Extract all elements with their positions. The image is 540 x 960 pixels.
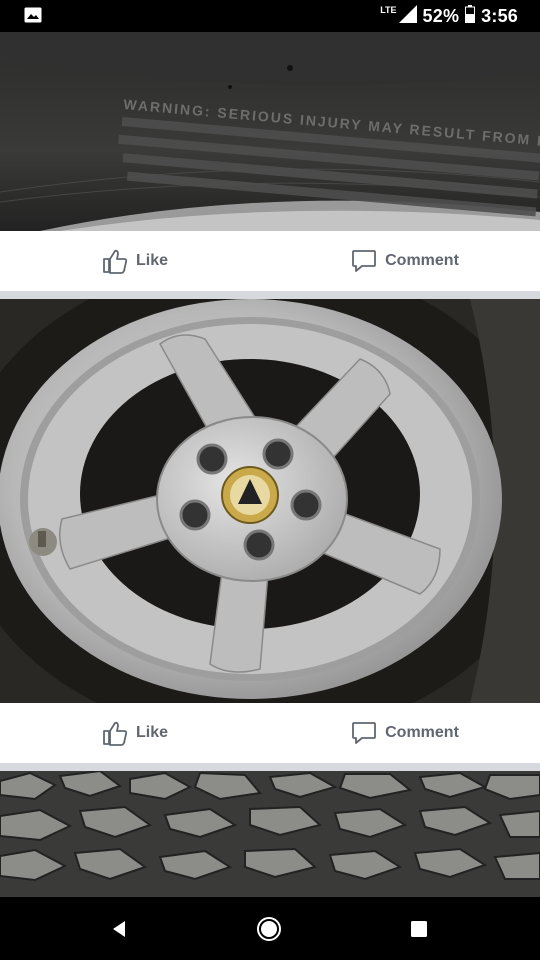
- like-label: Like: [135, 724, 168, 741]
- comment-label: Comment: [385, 724, 459, 741]
- navigation-bar: [0, 897, 540, 960]
- post-separator: [0, 291, 540, 299]
- image-notification-icon: [24, 7, 42, 23]
- thumbs-up-icon: [103, 249, 128, 274]
- comment-button[interactable]: Comment: [270, 703, 540, 763]
- network-type: LTE: [380, 5, 397, 15]
- status-bar: LTE 52% 3:56: [0, 0, 540, 32]
- battery-percent: 52%: [422, 5, 460, 26]
- home-icon[interactable]: [229, 897, 309, 960]
- tire-sidewall-photo[interactable]: WARNING: SERIOUS INJURY MAY RESULT FROM …: [0, 32, 540, 231]
- post-separator: [0, 763, 540, 771]
- signal-icon: [398, 4, 417, 28]
- comment-icon: [352, 722, 377, 744]
- battery-icon: [465, 4, 476, 28]
- comment-icon: [352, 250, 377, 272]
- like-button[interactable]: Like: [0, 231, 270, 291]
- post-actions: Like Comment: [0, 703, 540, 763]
- like-button[interactable]: Like: [0, 703, 270, 763]
- back-icon[interactable]: [80, 897, 160, 960]
- recents-icon[interactable]: [379, 897, 459, 960]
- post-actions: Like Comment: [0, 231, 540, 291]
- comment-button[interactable]: Comment: [270, 231, 540, 291]
- thumbs-up-icon: [103, 721, 128, 746]
- tire-tread-photo[interactable]: [0, 771, 540, 897]
- like-label: Like: [135, 252, 168, 269]
- alloy-wheel-photo[interactable]: [0, 299, 540, 703]
- comment-label: Comment: [385, 252, 459, 269]
- clock: 3:56: [481, 5, 518, 26]
